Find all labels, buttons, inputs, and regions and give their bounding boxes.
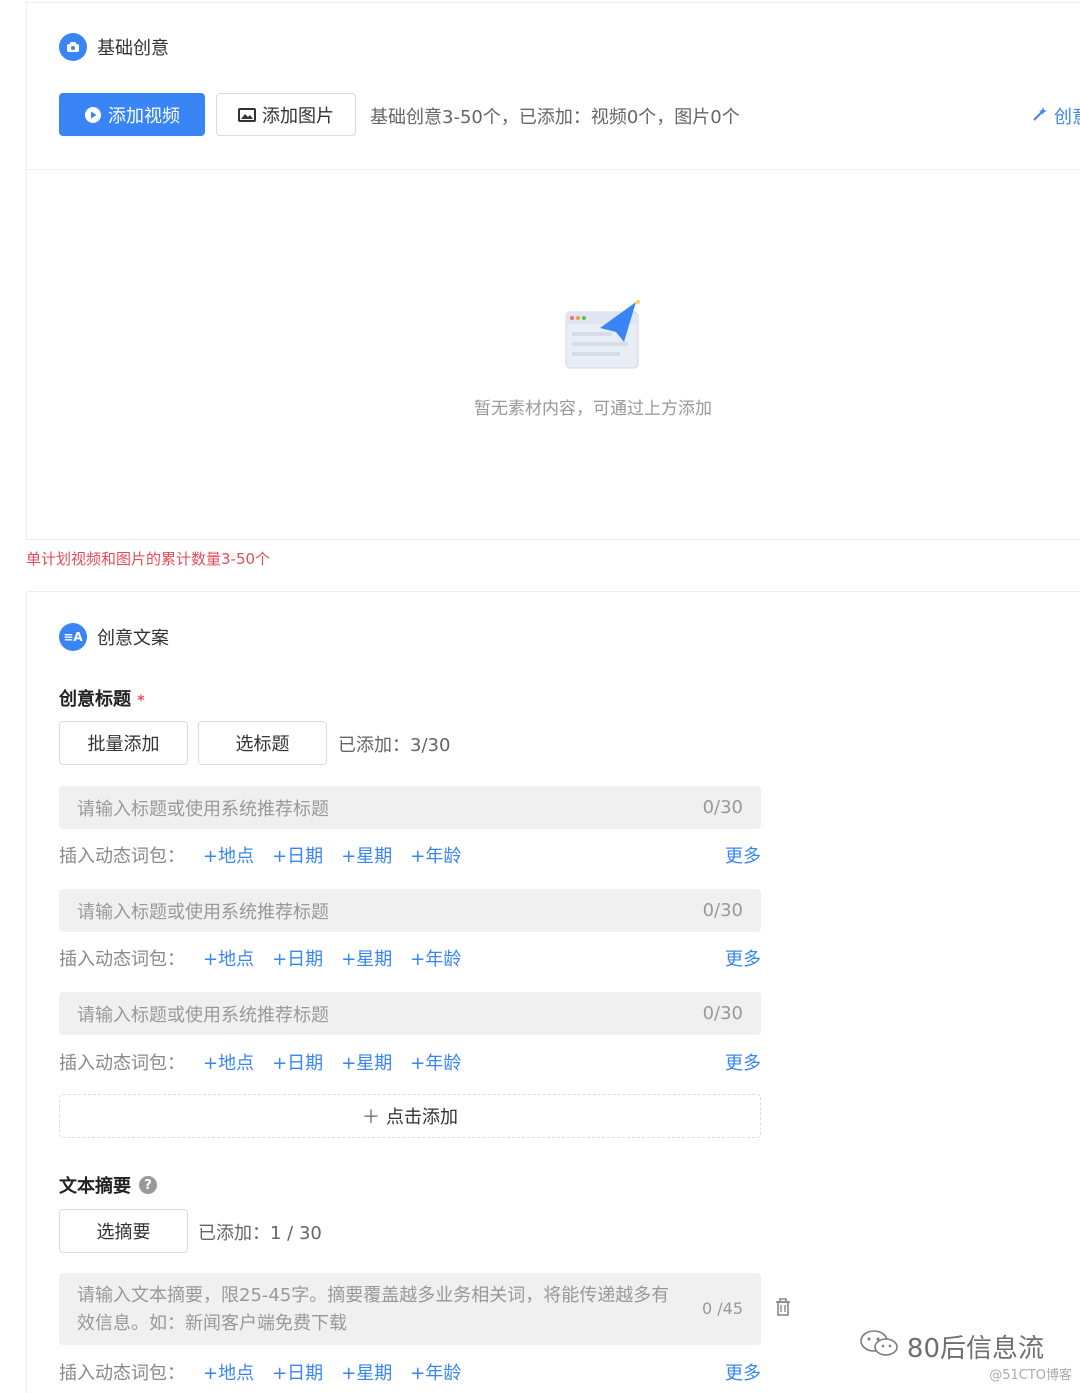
tag-weekday[interactable]: +星期 [341, 945, 392, 971]
add-image-button[interactable]: 添加图片 [216, 93, 356, 136]
empty-state-text: 暂无素材内容，可通过上方添加 [474, 399, 712, 419]
tag-weekday[interactable]: +星期 [341, 1359, 392, 1385]
summary-placeholder: 请输入文本摘要，限25-45字。摘要覆盖越多业务相关词，将能传递越多有效信息。如… [77, 1285, 670, 1334]
tag-age[interactable]: +年龄 [410, 842, 461, 868]
summary-textarea[interactable]: 请输入文本摘要，限25-45字。摘要覆盖越多业务相关词，将能传递越多有效信息。如… [59, 1273, 761, 1345]
headline-added-count: 已添加：3/30 [338, 735, 451, 756]
empty-illustration [562, 298, 644, 374]
tag-age[interactable]: +年龄 [410, 1049, 461, 1075]
tag-location[interactable]: +地点 [203, 945, 254, 971]
plus-icon: ＋ [362, 1107, 380, 1128]
add-video-button[interactable]: 添加视频 [59, 93, 205, 136]
dynamic-word-bar: 插入动态词包： +地点 +日期 +星期 +年龄 更多 [59, 842, 761, 868]
dynamic-word-bar: 插入动态词包： +地点 +日期 +星期 +年龄 更多 [59, 1359, 761, 1385]
char-count: 0/30 [702, 1003, 743, 1024]
tag-date[interactable]: +日期 [272, 1359, 323, 1385]
dynamic-word-bar: 插入动态词包： +地点 +日期 +星期 +年龄 更多 [59, 945, 761, 971]
watermark: 80后信息流 [859, 1328, 1044, 1365]
basic-creative-title: 基础创意 [97, 38, 169, 59]
tag-weekday[interactable]: +星期 [341, 1049, 392, 1075]
text-ai-icon: ≡A [59, 623, 87, 651]
char-count: 0/30 [702, 797, 743, 818]
add-video-label: 添加视频 [108, 105, 180, 127]
click-add-button[interactable]: ＋ 点击添加 [59, 1094, 761, 1138]
watermark-sub: @51CTO博客 [989, 1368, 1072, 1383]
magic-wand-icon [1032, 106, 1048, 127]
summary-added-count: 已添加：1 / 30 [198, 1223, 322, 1244]
wechat-icon [859, 1328, 899, 1365]
headline-input[interactable]: 请输入标题或使用系统推荐标题 0/30 [59, 992, 761, 1035]
tag-location[interactable]: +地点 [203, 1359, 254, 1385]
required-mark: * [137, 693, 145, 709]
basic-creative-info: 基础创意3-50个，已添加：视频0个，图片0个 [370, 107, 740, 128]
tag-location[interactable]: +地点 [203, 842, 254, 868]
divider [27, 169, 1080, 170]
more-link[interactable]: 更多 [725, 842, 761, 868]
headline-input[interactable]: 请输入标题或使用系统推荐标题 0/30 [59, 786, 761, 829]
basic-creative-header: 基础创意 [59, 33, 169, 61]
help-icon[interactable]: ? [139, 1176, 157, 1194]
tag-location[interactable]: +地点 [203, 1049, 254, 1075]
creative-copy-header: ≡A 创意文案 [59, 623, 169, 651]
tag-date[interactable]: +日期 [272, 945, 323, 971]
char-count: 0/30 [702, 900, 743, 921]
more-link[interactable]: 更多 [725, 945, 761, 971]
tag-date[interactable]: +日期 [272, 842, 323, 868]
count-warning: 单计划视频和图片的累计数量3-50个 [26, 550, 271, 568]
batch-add-button[interactable]: 批量添加 [59, 721, 188, 765]
tag-age[interactable]: +年龄 [410, 1359, 461, 1385]
dynamic-word-bar: 插入动态词包： +地点 +日期 +星期 +年龄 更多 [59, 1049, 761, 1075]
tag-weekday[interactable]: +星期 [341, 842, 392, 868]
headline-input[interactable]: 请输入标题或使用系统推荐标题 0/30 [59, 889, 761, 932]
more-link[interactable]: 更多 [725, 1359, 761, 1385]
basic-creative-icon [59, 33, 87, 61]
summary-label: 文本摘要 ? [59, 1172, 157, 1198]
creative-copy-title: 创意文案 [97, 628, 169, 649]
play-icon [84, 106, 102, 124]
basic-creative-card [26, 2, 1080, 540]
more-link[interactable]: 更多 [725, 1049, 761, 1075]
smart-creative-link[interactable]: 创意 [1032, 103, 1080, 129]
add-image-label: 添加图片 [262, 105, 334, 127]
select-summary-button[interactable]: 选摘要 [59, 1209, 188, 1253]
tag-age[interactable]: +年龄 [410, 945, 461, 971]
trash-icon[interactable] [774, 1297, 792, 1321]
select-title-button[interactable]: 选标题 [198, 721, 327, 765]
headline-label: 创意标题 * [59, 689, 145, 710]
image-icon [238, 107, 256, 123]
tag-date[interactable]: +日期 [272, 1049, 323, 1075]
summary-char-count: 0 /45 [701, 1299, 743, 1318]
